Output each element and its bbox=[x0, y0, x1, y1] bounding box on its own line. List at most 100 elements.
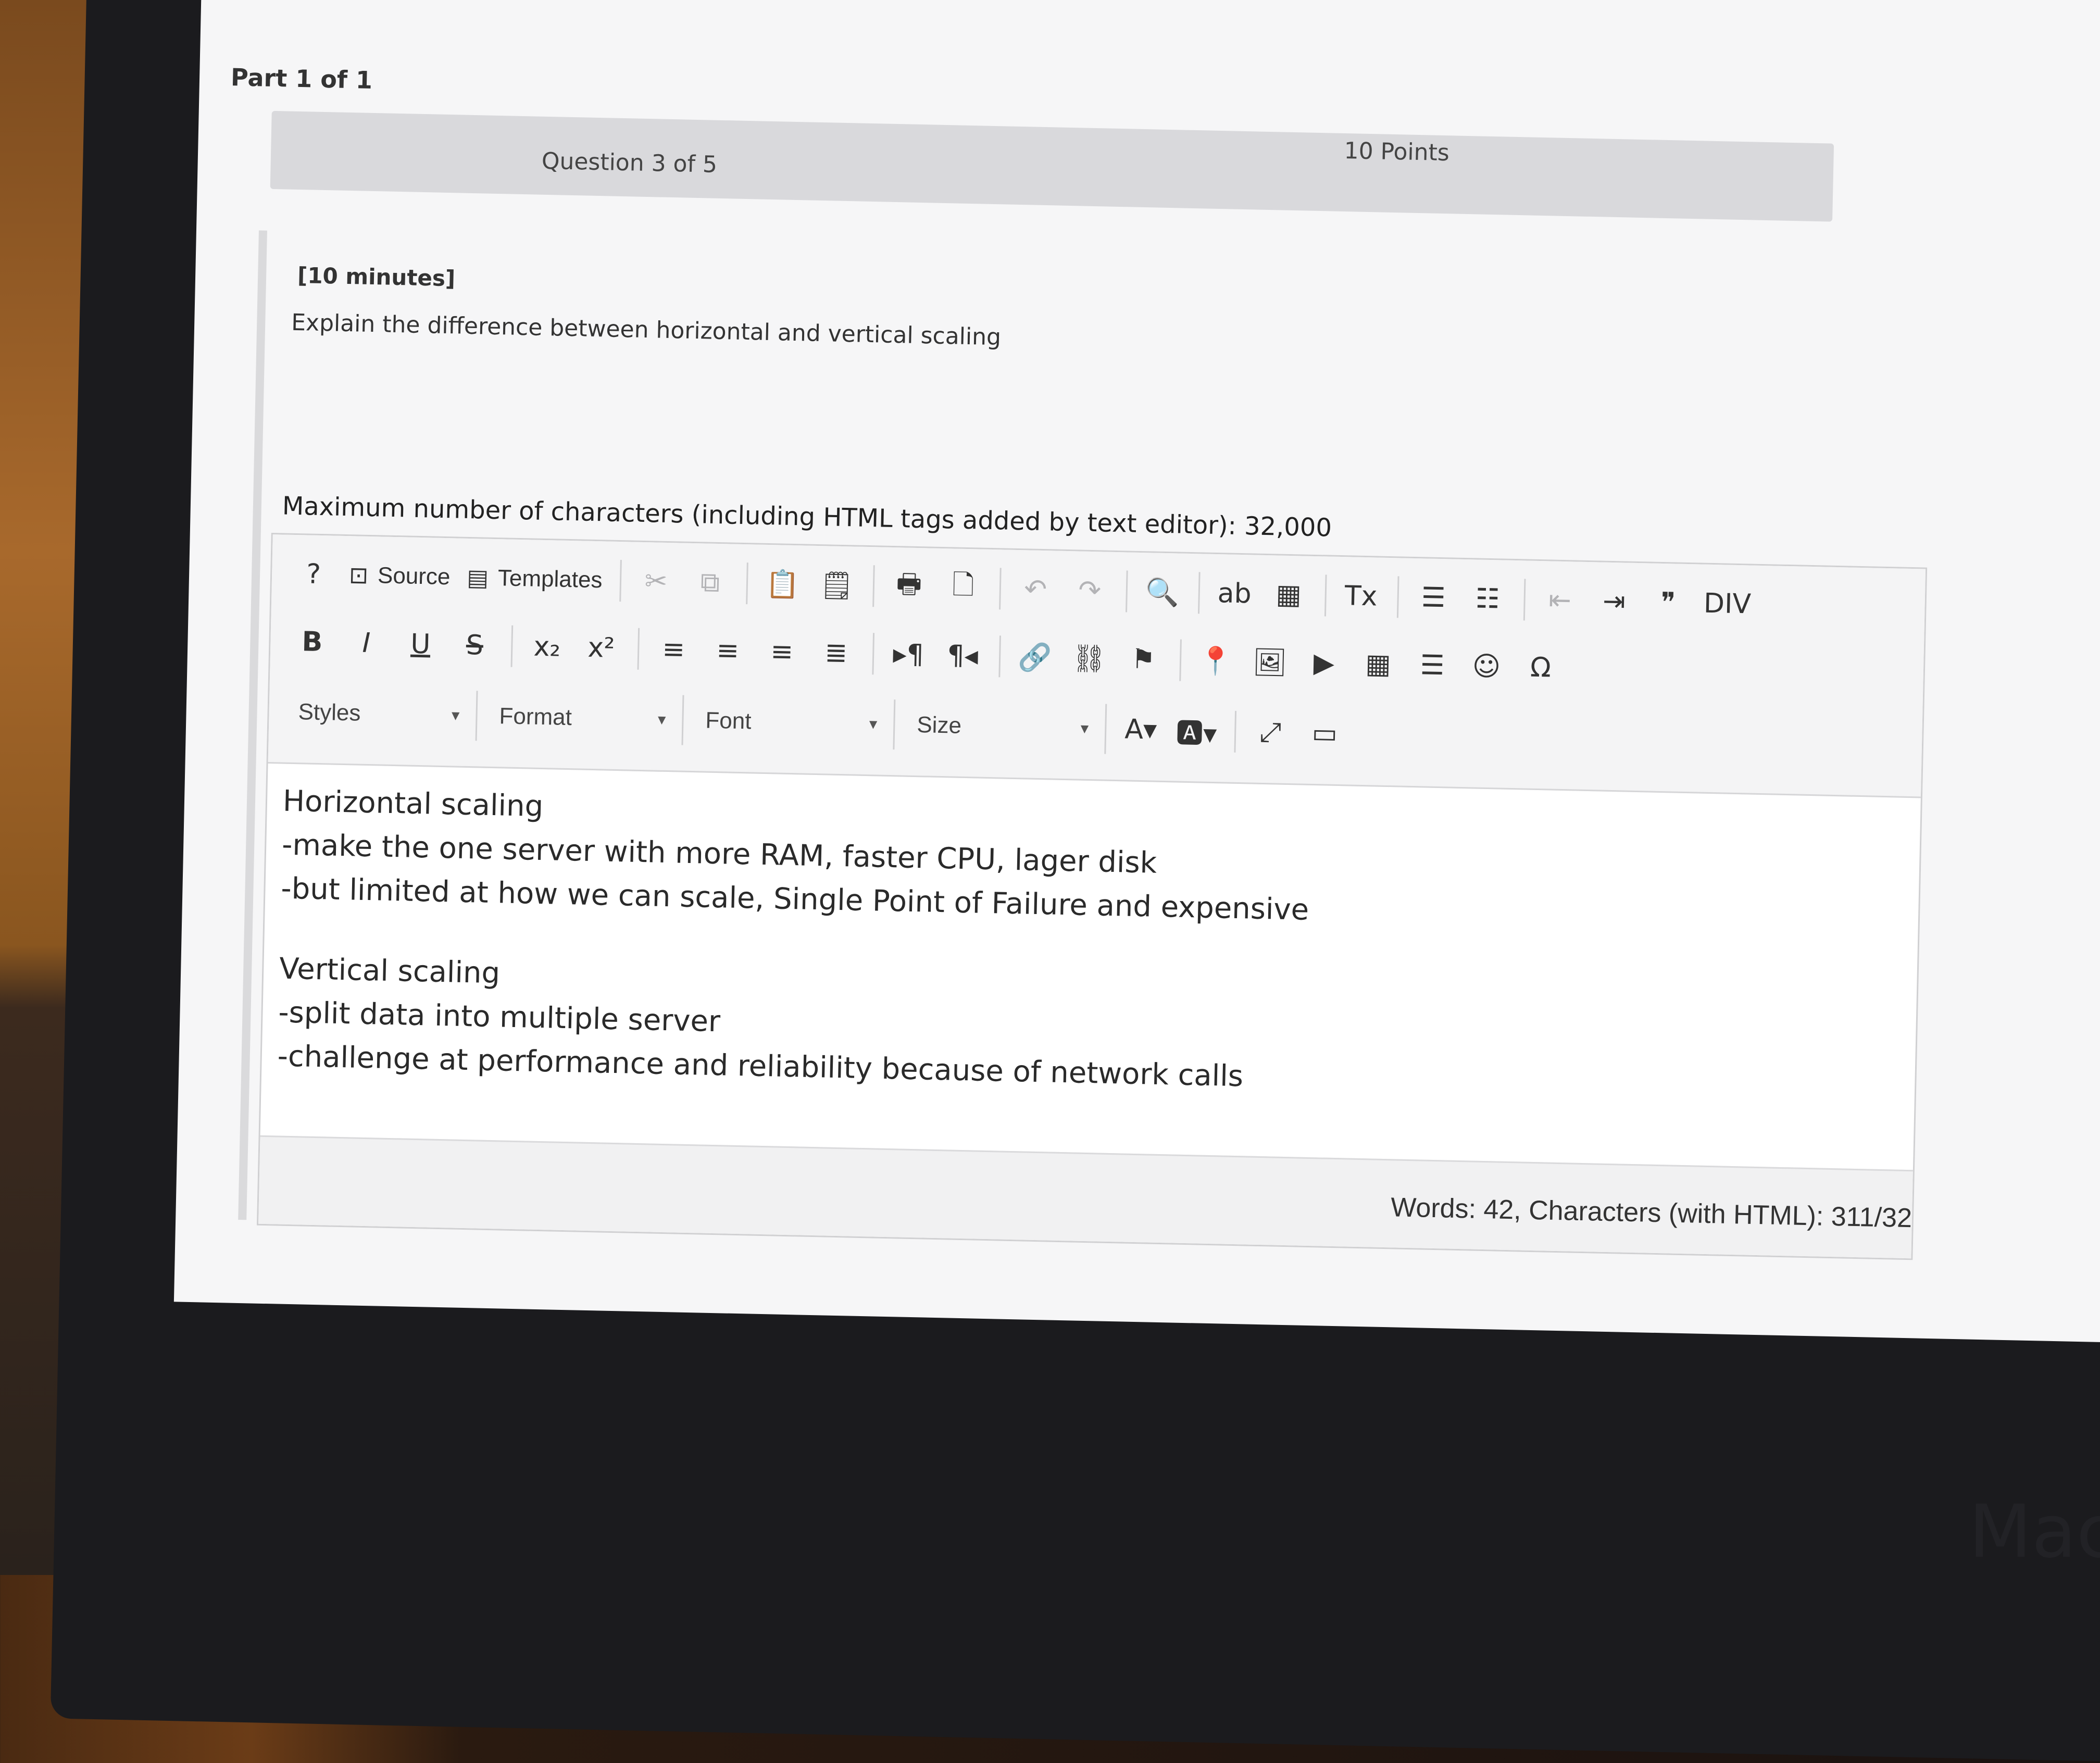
templates-button[interactable]: ▤ Templates bbox=[459, 553, 610, 606]
copy-button[interactable]: ⧉ bbox=[683, 557, 736, 608]
replace-icon: ab bbox=[1217, 578, 1252, 610]
chevron-down-icon: ▼ bbox=[1078, 720, 1092, 736]
toolbar-separator bbox=[1324, 574, 1328, 617]
font-dropdown[interactable]: Font ▼ bbox=[691, 695, 896, 750]
chevron-down-icon: ▼ bbox=[448, 707, 463, 723]
help-button[interactable]: ? bbox=[287, 549, 340, 600]
paste-text-icon: 🗒 bbox=[819, 569, 854, 602]
select-all-button[interactable]: ▦ bbox=[1262, 569, 1315, 620]
unlink-icon: ⛓ bbox=[1071, 642, 1107, 675]
smiley-icon: ☺ bbox=[1472, 651, 1501, 683]
editor-toolbar: ? ⊡ Source ▤ Templates ✂ ⧉ 📋 🗒 🖶 🗋 ↶ ↷ 🔍 ab ▦ Tx ☰ ☷ ⇤ ⇥ ❞ DIV… bbox=[268, 534, 1926, 798]
special-char-button[interactable]: Ω bbox=[1514, 642, 1567, 693]
remove-format-button[interactable]: Tx bbox=[1334, 571, 1388, 622]
table-button[interactable]: ▦ bbox=[1352, 639, 1405, 690]
find-icon: 🔍 bbox=[1145, 576, 1180, 609]
maximize-button[interactable]: ⤢ bbox=[1244, 707, 1297, 758]
superscript-icon: x² bbox=[587, 632, 615, 664]
underline-button[interactable]: U bbox=[394, 619, 447, 670]
align-left-button[interactable]: ≡ bbox=[647, 624, 700, 675]
image-icon: 🖼 bbox=[1252, 646, 1288, 679]
source-label: Source bbox=[377, 562, 451, 590]
align-center-icon: ≡ bbox=[716, 634, 740, 667]
question-header: Question 3 of 5 10 Points bbox=[270, 110, 1834, 222]
toolbar-separator bbox=[998, 635, 1002, 678]
link-icon: 🔗 bbox=[1018, 641, 1053, 673]
toolbar-separator bbox=[872, 565, 876, 607]
horizontal-rule-button[interactable]: ☰ bbox=[1406, 640, 1459, 691]
toolbar-separator bbox=[999, 568, 1002, 610]
image-button[interactable]: 🖼 bbox=[1243, 636, 1296, 687]
replace-button[interactable]: ab bbox=[1208, 568, 1261, 619]
toolbar-row-3-icons: A▾ 🅰▾ ⤢ ▭ bbox=[1114, 704, 1353, 759]
blockquote-button[interactable]: ❞ bbox=[1642, 577, 1695, 628]
numbered-list-icon: ☰ bbox=[1421, 582, 1446, 614]
rtl-button[interactable]: ¶◂ bbox=[936, 630, 989, 681]
background-color-button[interactable]: 🅰▾ bbox=[1168, 705, 1224, 756]
indent-button[interactable]: ⇥ bbox=[1588, 576, 1641, 627]
toolbar-separator bbox=[1126, 570, 1129, 612]
link-button[interactable]: 🔗 bbox=[1008, 632, 1061, 683]
video-button[interactable]: ▶ bbox=[1297, 637, 1351, 689]
div-button[interactable]: DIV bbox=[1696, 578, 1759, 629]
superscript-button[interactable]: x² bbox=[574, 622, 628, 673]
bold-button[interactable]: B bbox=[285, 617, 339, 668]
table-icon: ▦ bbox=[1365, 648, 1392, 681]
unlink-button[interactable]: ⛓ bbox=[1062, 633, 1116, 684]
indent-icon: ⇥ bbox=[1602, 585, 1626, 618]
justify-icon: ≣ bbox=[824, 637, 848, 669]
anchor-icon: ⚑ bbox=[1131, 643, 1156, 676]
italic-button[interactable]: I bbox=[340, 618, 393, 669]
toolbar-row-3: Styles ▼ Format ▼ Font ▼ Size ▼ A▾ 🅰▾ ⤢ ▭ bbox=[284, 683, 1353, 763]
editor-status-bar: Words: 42, Characters (with HTML): 311/3… bbox=[258, 1135, 1913, 1259]
toolbar-separator bbox=[1234, 710, 1237, 753]
show-blocks-button[interactable]: ▭ bbox=[1298, 708, 1351, 759]
paste-button[interactable]: 📋 bbox=[756, 559, 809, 610]
subscript-button[interactable]: x₂ bbox=[520, 621, 573, 672]
redo-button[interactable]: ↷ bbox=[1063, 565, 1116, 616]
strike-button[interactable]: S bbox=[448, 620, 501, 671]
paste-text-button[interactable]: 🗒 bbox=[810, 560, 863, 611]
italic-icon: I bbox=[362, 627, 371, 659]
ltr-button[interactable]: ▸¶ bbox=[882, 629, 935, 680]
smiley-button[interactable]: ☺ bbox=[1460, 641, 1513, 692]
toolbar-separator bbox=[1198, 572, 1201, 614]
pin-button[interactable]: 📍 bbox=[1189, 635, 1242, 686]
chevron-down-icon: ▼ bbox=[866, 716, 880, 732]
print-button[interactable]: 🖶 bbox=[882, 561, 935, 612]
ltr-icon: ▸¶ bbox=[892, 639, 924, 671]
numbered-list-button[interactable]: ☰ bbox=[1407, 572, 1460, 623]
chevron-down-icon: ▼ bbox=[655, 711, 669, 728]
bulleted-list-button[interactable]: ☷ bbox=[1461, 573, 1514, 624]
editor-content-area[interactable]: Horizontal scaling -make the one server w… bbox=[277, 780, 1897, 1112]
show-blocks-icon: ▭ bbox=[1311, 717, 1338, 749]
styles-dropdown[interactable]: Styles ▼ bbox=[284, 686, 478, 741]
justify-button[interactable]: ≣ bbox=[809, 628, 863, 679]
outdent-button[interactable]: ⇤ bbox=[1533, 575, 1586, 626]
source-button[interactable]: ⊡ Source bbox=[341, 550, 458, 603]
align-right-button[interactable]: ≡ bbox=[755, 627, 808, 678]
align-right-icon: ≡ bbox=[770, 636, 794, 668]
cut-icon: ✂ bbox=[644, 566, 668, 597]
copy-icon: ⧉ bbox=[700, 566, 720, 598]
redo-icon: ↷ bbox=[1078, 574, 1102, 607]
format-dropdown[interactable]: Format ▼ bbox=[485, 691, 684, 745]
text-color-button[interactable]: A▾ bbox=[1114, 704, 1167, 755]
size-dropdown[interactable]: Size ▼ bbox=[903, 699, 1107, 754]
size-label: Size bbox=[916, 712, 962, 739]
toolbar-row-2: B I U Sx₂ x² ≡ ≡ ≡ ≣ ▸¶ ¶◂ 🔗 ⛓ ⚑ 📍 🖼 ▶ ▦ ☰ ☺ Ω bbox=[285, 613, 1569, 697]
undo-button[interactable]: ↶ bbox=[1009, 564, 1062, 615]
anchor-button[interactable]: ⚑ bbox=[1117, 634, 1170, 685]
align-center-button[interactable]: ≡ bbox=[701, 625, 754, 676]
format-label: Format bbox=[499, 703, 572, 731]
pin-icon: 📍 bbox=[1198, 645, 1233, 678]
cut-button[interactable]: ✂ bbox=[629, 556, 682, 607]
find-button[interactable]: 🔍 bbox=[1135, 567, 1189, 618]
rtl-icon: ¶◂ bbox=[946, 640, 979, 672]
blockquote-icon: ❞ bbox=[1660, 586, 1676, 619]
question-text: Explain the difference between horizonta… bbox=[291, 309, 1002, 351]
toolbar-separator bbox=[637, 628, 640, 670]
background-color-icon: 🅰▾ bbox=[1176, 717, 1217, 750]
preview-icon: 🗋 bbox=[952, 569, 974, 601]
preview-button[interactable]: 🗋 bbox=[936, 562, 990, 614]
